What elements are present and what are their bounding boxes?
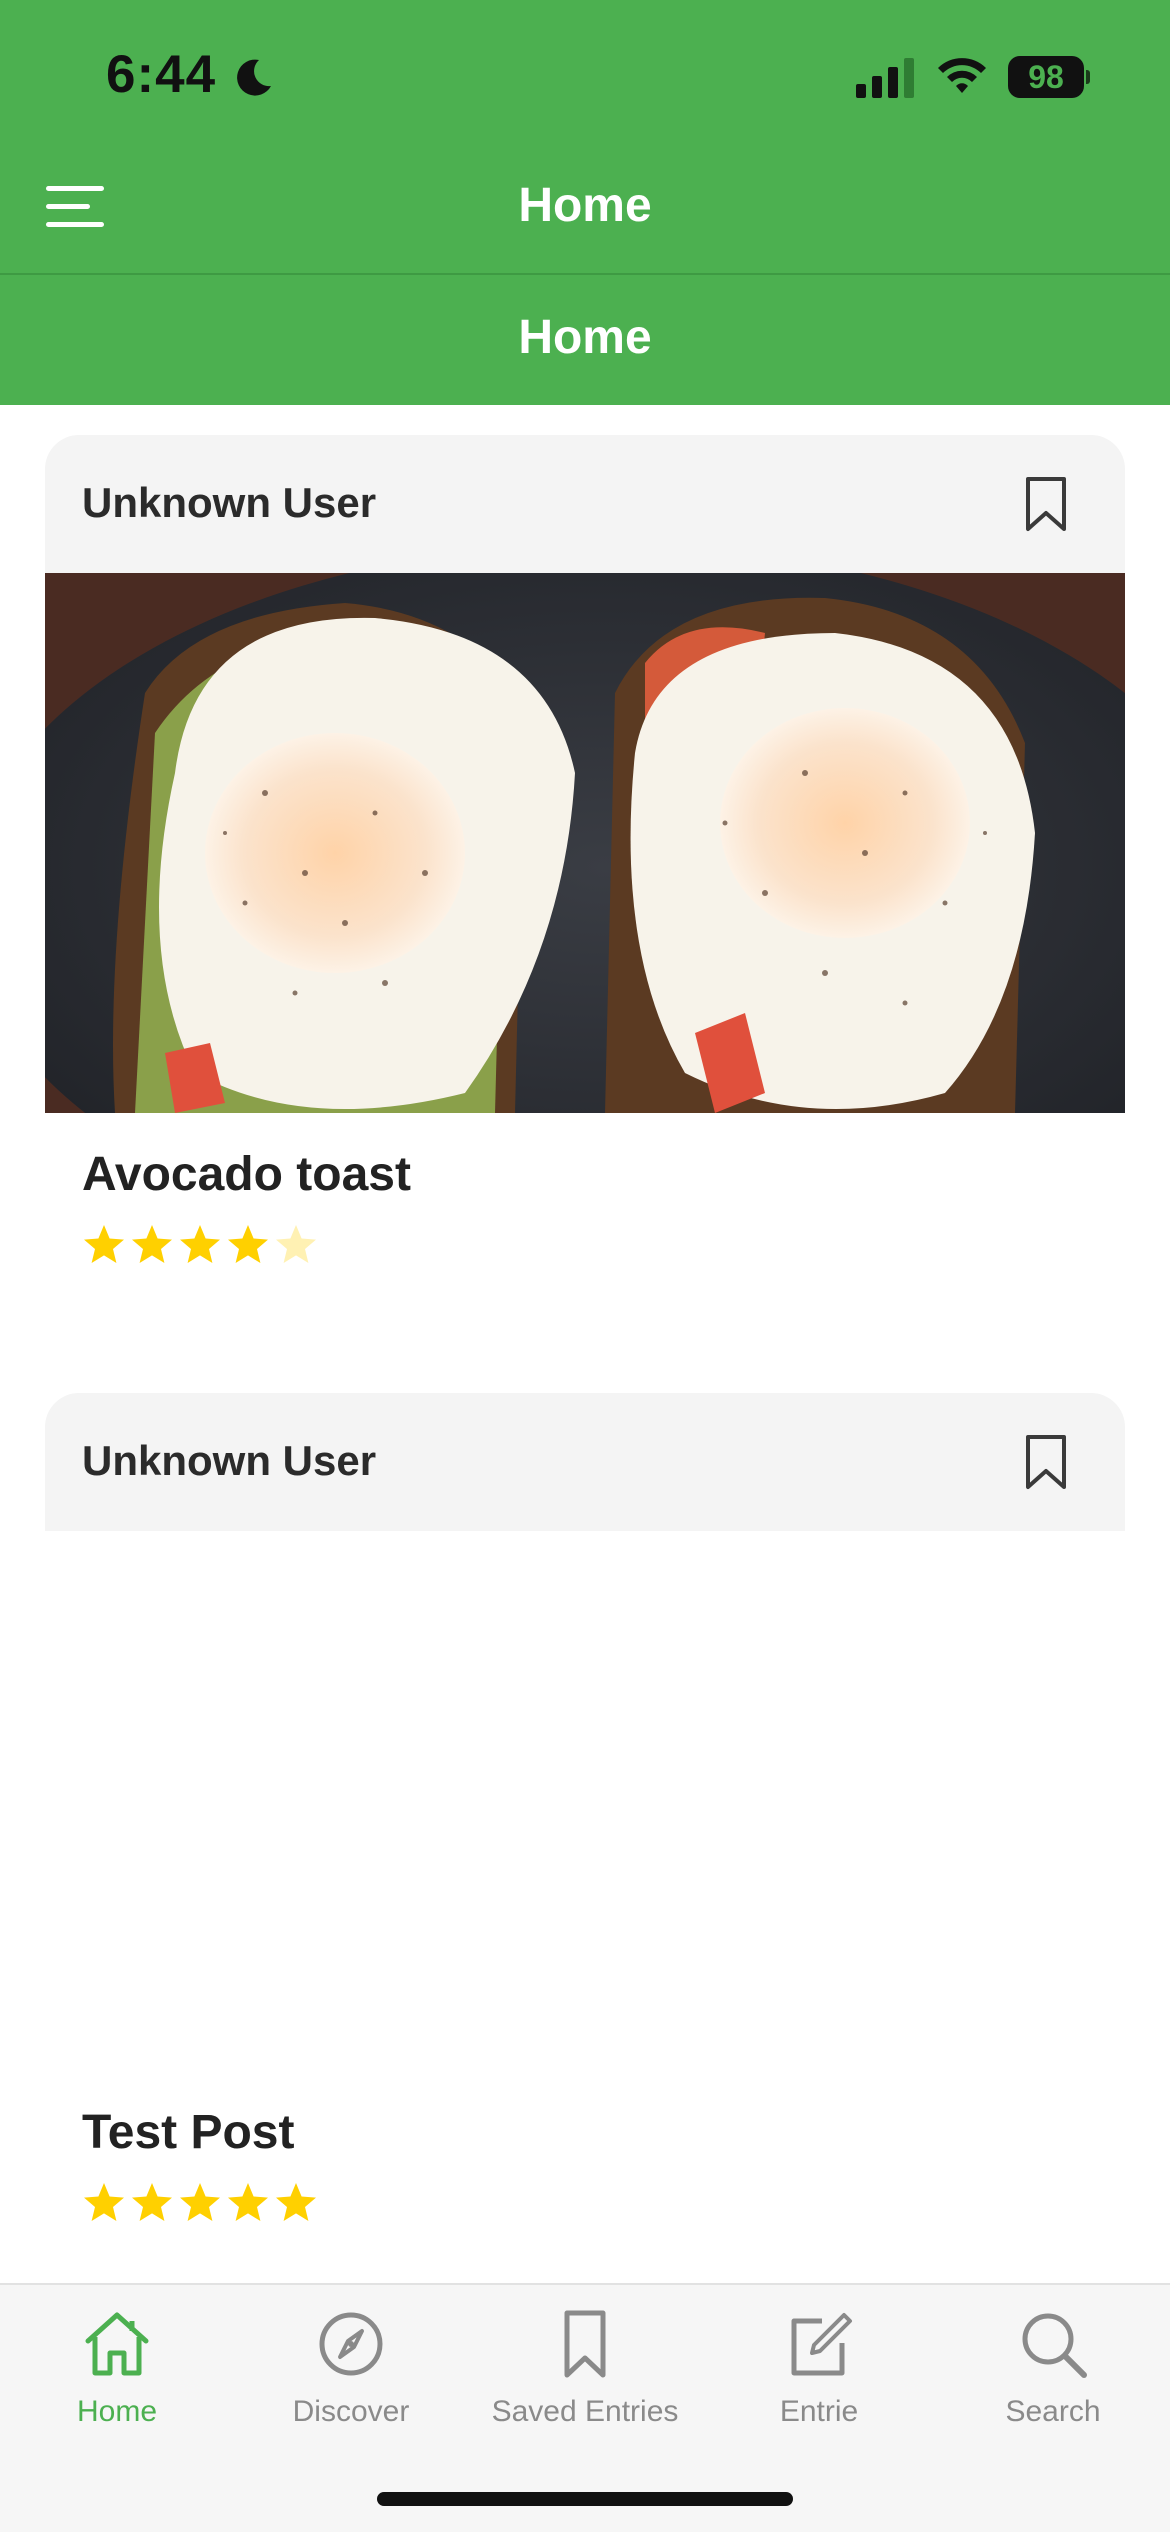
star-icon bbox=[276, 1225, 316, 1263]
post-title: Test Post bbox=[82, 2106, 295, 2159]
home-indicator[interactable] bbox=[377, 2492, 793, 2506]
post-image-placeholder bbox=[45, 1531, 1125, 2071]
status-time: 6:44 bbox=[106, 45, 217, 104]
star-icon bbox=[132, 1225, 172, 1263]
post-author: Unknown User bbox=[82, 1437, 377, 1484]
status-bar: 6:44 98 bbox=[0, 0, 1170, 150]
cellular-signal-icon bbox=[856, 58, 914, 98]
nav-title: Home bbox=[518, 179, 652, 232]
star-icon bbox=[228, 2183, 268, 2221]
compass-icon bbox=[319, 2312, 383, 2376]
post-author: Unknown User bbox=[82, 479, 377, 526]
tab-entrie[interactable]: Entrie bbox=[702, 2307, 936, 2457]
search-icon bbox=[1022, 2313, 1087, 2378]
tab-discover[interactable]: Discover bbox=[234, 2307, 468, 2457]
bookmark-icon bbox=[564, 2310, 606, 2378]
edit-icon bbox=[791, 2313, 852, 2376]
wifi-icon bbox=[938, 58, 986, 93]
star-icon bbox=[276, 2183, 316, 2221]
tab-label: Home bbox=[76, 2395, 158, 2428]
tab-label: Entrie bbox=[779, 2395, 859, 2428]
star-rating bbox=[82, 2181, 318, 2229]
battery-nub bbox=[1086, 70, 1090, 84]
star-icon bbox=[132, 2183, 172, 2221]
bookmark-icon[interactable] bbox=[1023, 1433, 1069, 1491]
tab-home[interactable]: Home bbox=[0, 2307, 234, 2457]
battery-level: 98 bbox=[1008, 56, 1084, 98]
header-divider bbox=[0, 273, 1170, 275]
post-title: Avocado toast bbox=[82, 1148, 411, 1201]
tab-search[interactable]: Search bbox=[936, 2307, 1170, 2457]
star-icon bbox=[180, 2183, 220, 2221]
app-header: 6:44 98 Home Home bbox=[0, 0, 1170, 405]
moon-icon bbox=[237, 59, 271, 96]
tab-label: Saved Entries bbox=[491, 2395, 679, 2428]
star-rating bbox=[82, 1223, 318, 1271]
tab-saved-entries[interactable]: Saved Entries bbox=[468, 2307, 702, 2457]
post-card-header: Unknown User bbox=[45, 1393, 1125, 1531]
page-title: Home bbox=[518, 311, 652, 364]
tab-label: Search bbox=[1005, 2395, 1101, 2428]
post-image[interactable] bbox=[45, 573, 1125, 1113]
post-card[interactable]: Unknown User Avocado toast bbox=[45, 435, 1125, 1295]
star-icon bbox=[180, 1225, 220, 1263]
battery-icon: 98 bbox=[1008, 56, 1090, 98]
star-icon bbox=[228, 1225, 268, 1263]
bookmark-icon[interactable] bbox=[1023, 475, 1069, 533]
star-icon bbox=[84, 2183, 124, 2221]
home-icon bbox=[85, 2312, 149, 2376]
star-icon bbox=[84, 1225, 124, 1263]
post-card-header: Unknown User bbox=[45, 435, 1125, 573]
post-card[interactable]: Unknown User Test Post bbox=[45, 1393, 1125, 2253]
tab-label: Discover bbox=[292, 2395, 410, 2428]
